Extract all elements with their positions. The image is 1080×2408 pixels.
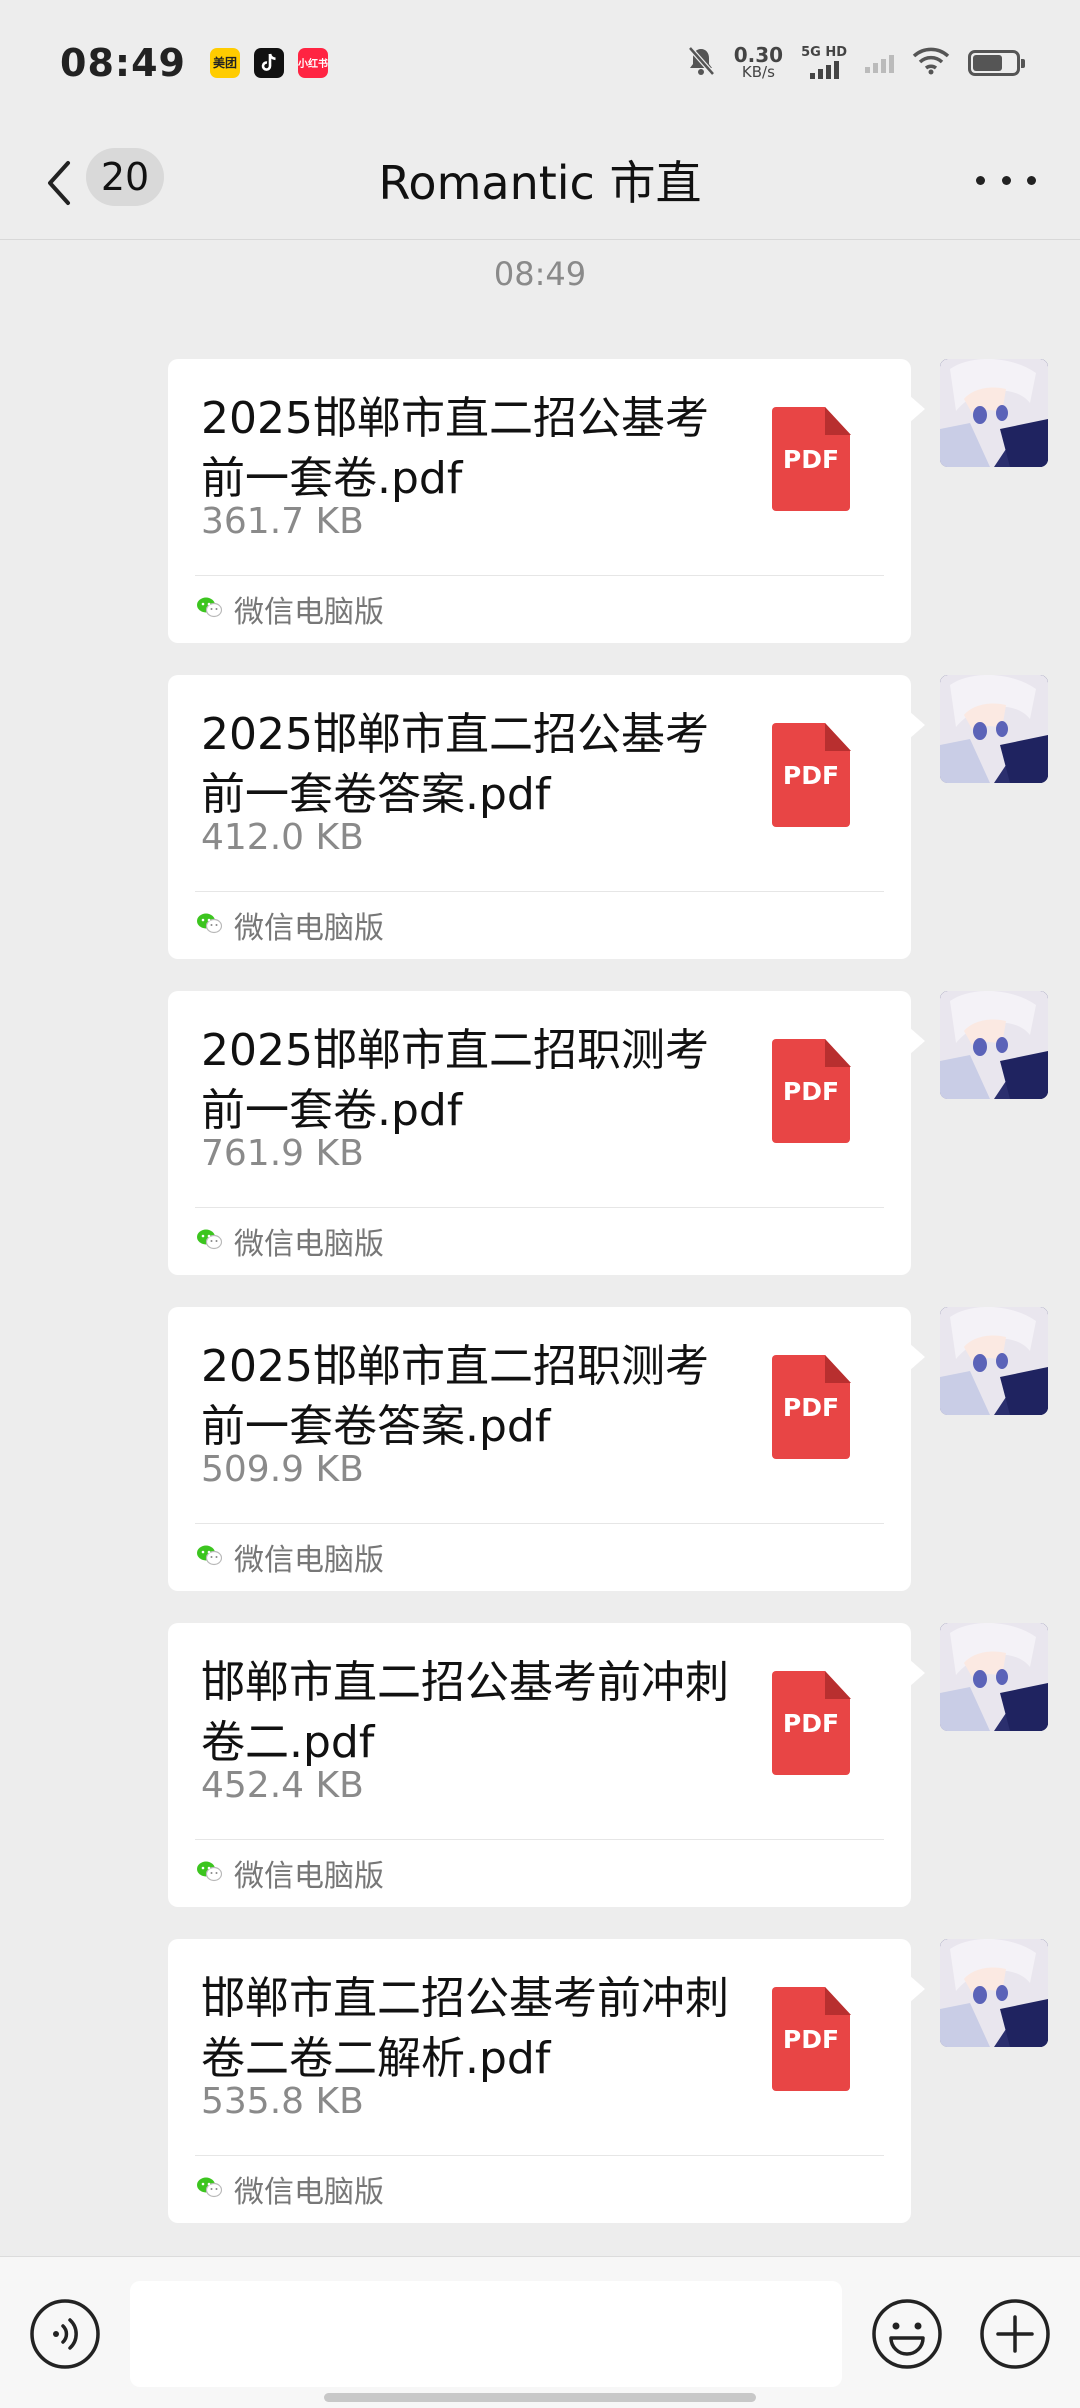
network-speed: 0.30 KB/s xyxy=(734,45,783,80)
bubble-divider xyxy=(195,1839,884,1840)
message-row: 邯郸市直二招公基考前冲刺卷二卷二解析.pdf 535.8 KB PDF 微信电脑… xyxy=(0,1939,1080,2223)
pdf-label: PDF xyxy=(782,1077,840,1106)
signal-label: 5G HD xyxy=(801,45,847,60)
emoji-button[interactable] xyxy=(870,2297,944,2371)
avatar[interactable] xyxy=(940,1623,1048,1731)
bubble-divider xyxy=(195,1207,884,1208)
message-row: 邯郸市直二招公基考前冲刺卷二.pdf 452.4 KB PDF 微信电脑版 xyxy=(0,1623,1080,1907)
file-size: 509.9 KB xyxy=(201,1449,364,1490)
status-indicators: 0.30 KB/s 5G HD xyxy=(686,45,1025,81)
home-indicator[interactable] xyxy=(324,2393,756,2402)
message-source: 微信电脑版 xyxy=(196,1849,384,1897)
file-size: 761.9 KB xyxy=(201,1133,364,1174)
file-name: 2025邯郸市直二招职测考前一套卷.pdf xyxy=(201,1025,709,1136)
message-source: 微信电脑版 xyxy=(196,901,384,949)
network-speed-value: 0.30 xyxy=(733,43,784,67)
voice-icon xyxy=(30,2299,100,2369)
bubble-divider xyxy=(195,891,884,892)
signal-secondary-icon xyxy=(865,53,894,73)
file-size: 452.4 KB xyxy=(201,1765,364,1806)
file-message-bubble[interactable]: 邯郸市直二招公基考前冲刺卷二.pdf 452.4 KB PDF 微信电脑版 xyxy=(168,1623,925,1907)
signal-5g: 5G HD xyxy=(801,46,847,79)
voice-button[interactable] xyxy=(28,2297,102,2371)
file-size: 535.8 KB xyxy=(201,2081,364,2122)
avatar[interactable] xyxy=(940,359,1048,467)
signal-icon xyxy=(809,59,839,79)
message-row: 2025邯郸市直二招职测考前一套卷答案.pdf 509.9 KB PDF 微信电… xyxy=(0,1307,1080,1591)
emoji-icon xyxy=(872,2299,942,2369)
wechat-icon xyxy=(196,596,223,622)
input-bar xyxy=(0,2256,1080,2408)
wechat-icon xyxy=(196,2176,223,2202)
chat-header: 20 Romantic 市直 xyxy=(0,125,1080,240)
status-app-icons: 美团 小红书 xyxy=(209,47,328,78)
source-text: 微信电脑版 xyxy=(234,1227,384,1262)
battery-fill xyxy=(973,54,1003,71)
battery-icon xyxy=(968,49,1025,76)
message-source: 微信电脑版 xyxy=(196,1533,384,1581)
file-size: 412.0 KB xyxy=(201,817,364,858)
plus-button[interactable] xyxy=(978,2297,1052,2371)
source-text: 微信电脑版 xyxy=(234,911,384,946)
file-message-bubble[interactable]: 2025邯郸市直二招职测考前一套卷答案.pdf 509.9 KB PDF 微信电… xyxy=(168,1307,925,1591)
douyin-app-icon xyxy=(253,47,284,78)
plus-icon xyxy=(980,2299,1050,2369)
pdf-label: PDF xyxy=(782,1393,840,1422)
bubble-divider xyxy=(195,2155,884,2156)
network-speed-unit: KB/s xyxy=(741,63,775,81)
file-message-bubble[interactable]: 邯郸市直二招公基考前冲刺卷二卷二解析.pdf 535.8 KB PDF 微信电脑… xyxy=(168,1939,925,2223)
source-text: 微信电脑版 xyxy=(234,1859,384,1894)
wifi-icon xyxy=(912,47,950,79)
message-row: 2025邯郸市直二招职测考前一套卷.pdf 761.9 KB PDF 微信电脑版 xyxy=(0,991,1080,1275)
file-name: 2025邯郸市直二招公基考前一套卷答案.pdf xyxy=(201,709,709,820)
pdf-label: PDF xyxy=(782,2025,840,2054)
wechat-icon xyxy=(196,1228,223,1254)
wechat-icon xyxy=(196,1544,223,1570)
status-time: 08:49 xyxy=(60,40,186,85)
file-message-bubble[interactable]: 2025邯郸市直二招公基考前一套卷.pdf 361.7 KB PDF 微信电脑版 xyxy=(168,359,925,643)
bell-muted-icon xyxy=(686,45,716,81)
file-name: 邯郸市直二招公基考前冲刺卷二卷二解析.pdf xyxy=(201,1973,729,2084)
message-row: 2025邯郸市直二招公基考前一套卷答案.pdf 412.0 KB PDF 微信电… xyxy=(0,675,1080,959)
source-text: 微信电脑版 xyxy=(234,595,384,630)
file-name: 2025邯郸市直二招公基考前一套卷.pdf xyxy=(201,393,709,504)
avatar[interactable] xyxy=(940,1939,1048,2047)
avatar[interactable] xyxy=(940,1307,1048,1415)
file-message-bubble[interactable]: 2025邯郸市直二招公基考前一套卷答案.pdf 412.0 KB PDF 微信电… xyxy=(168,675,925,959)
message-source: 微信电脑版 xyxy=(196,585,384,633)
bubble-divider xyxy=(195,575,884,576)
meituan-app-icon: 美团 xyxy=(209,47,240,78)
pdf-label: PDF xyxy=(782,445,840,474)
file-message-bubble[interactable]: 2025邯郸市直二招职测考前一套卷.pdf 761.9 KB PDF 微信电脑版 xyxy=(168,991,925,1275)
source-text: 微信电脑版 xyxy=(234,1543,384,1578)
message-source: 微信电脑版 xyxy=(196,1217,384,1265)
xiaohongshu-app-icon: 小红书 xyxy=(297,47,328,78)
file-size: 361.7 KB xyxy=(201,501,364,542)
message-row: 2025邯郸市直二招公基考前一套卷.pdf 361.7 KB PDF 微信电脑版 xyxy=(0,359,1080,643)
more-horizontal-icon xyxy=(976,175,985,185)
more-button[interactable] xyxy=(976,165,1036,195)
file-name: 邯郸市直二招公基考前冲刺卷二.pdf xyxy=(201,1657,729,1768)
source-text: 微信电脑版 xyxy=(234,2175,384,2210)
status-bar: 08:49 美团 小红书 0.30 KB/s 5G HD xyxy=(0,0,1080,125)
chat-timestamp: 08:49 xyxy=(493,255,587,293)
wechat-icon xyxy=(196,1860,223,1886)
message-input[interactable] xyxy=(130,2281,842,2387)
pdf-label: PDF xyxy=(782,1709,840,1738)
avatar[interactable] xyxy=(940,991,1048,1099)
avatar[interactable] xyxy=(940,675,1048,783)
wechat-icon xyxy=(196,912,223,938)
file-name: 2025邯郸市直二招职测考前一套卷答案.pdf xyxy=(201,1341,709,1452)
pdf-label: PDF xyxy=(782,761,840,790)
bubble-divider xyxy=(195,1523,884,1524)
message-source: 微信电脑版 xyxy=(196,2165,384,2213)
page-title: Romantic 市直 xyxy=(378,156,702,210)
